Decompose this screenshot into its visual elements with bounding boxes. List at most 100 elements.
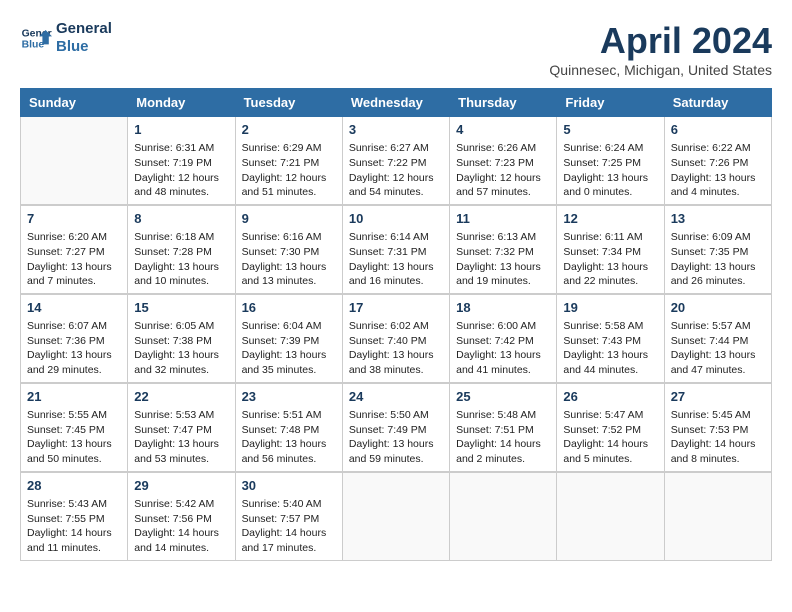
calendar-cell: 25 Sunrise: 5:48 AM Sunset: 7:51 PM Dayli… xyxy=(450,383,557,472)
day-info: Sunrise: 6:18 AM Sunset: 7:28 PM Dayligh… xyxy=(134,230,228,289)
day-info: Sunrise: 5:48 AM Sunset: 7:51 PM Dayligh… xyxy=(456,408,550,467)
location-label: Quinnesec, Michigan, United States xyxy=(549,62,772,78)
calendar-cell: 17 Sunrise: 6:02 AM Sunset: 7:40 PM Dayli… xyxy=(342,294,449,383)
day-info: Sunrise: 6:09 AM Sunset: 7:35 PM Dayligh… xyxy=(671,230,765,289)
day-number: 15 xyxy=(134,299,228,317)
day-number: 27 xyxy=(671,388,765,406)
calendar-cell: 13 Sunrise: 6:09 AM Sunset: 7:35 PM Dayli… xyxy=(664,205,771,294)
column-header-friday: Friday xyxy=(557,89,664,117)
calendar-cell: 15Sunrise: 6:05 AM Sunset: 7:38 PM Dayli… xyxy=(128,294,235,383)
day-info: Sunrise: 6:29 AM Sunset: 7:21 PM Dayligh… xyxy=(242,141,336,200)
logo-icon: General Blue xyxy=(20,22,52,54)
day-info: Sunrise: 5:51 AM Sunset: 7:48 PM Dayligh… xyxy=(242,408,336,467)
day-info: Sunrise: 5:42 AM Sunset: 7:56 PM Dayligh… xyxy=(134,497,228,556)
day-info: Sunrise: 6:13 AM Sunset: 7:32 PM Dayligh… xyxy=(456,230,550,289)
day-number: 26 xyxy=(563,388,657,406)
day-info: Sunrise: 6:11 AM Sunset: 7:34 PM Dayligh… xyxy=(563,230,657,289)
calendar-cell: 9 Sunrise: 6:16 AM Sunset: 7:30 PM Daylig… xyxy=(235,205,342,294)
day-number: 28 xyxy=(27,477,121,495)
day-number: 11 xyxy=(456,210,550,228)
day-info: Sunrise: 5:45 AM Sunset: 7:53 PM Dayligh… xyxy=(671,408,765,467)
day-info: Sunrise: 6:16 AM Sunset: 7:30 PM Dayligh… xyxy=(242,230,336,289)
day-number: 29 xyxy=(134,477,228,495)
day-number: 25 xyxy=(456,388,550,406)
calendar-week-row: 1 Sunrise: 6:31 AM Sunset: 7:19 PM Daylig… xyxy=(21,117,772,205)
calendar-cell: 23 Sunrise: 5:51 AM Sunset: 7:48 PM Dayli… xyxy=(235,383,342,472)
day-number: 13 xyxy=(671,210,765,228)
month-title: April 2024 xyxy=(549,20,772,62)
svg-text:Blue: Blue xyxy=(22,40,45,51)
day-info: Sunrise: 6:31 AM Sunset: 7:19 PM Dayligh… xyxy=(134,141,228,200)
calendar-cell: 8 Sunrise: 6:18 AM Sunset: 7:28 PM Daylig… xyxy=(128,205,235,294)
day-number: 14 xyxy=(27,299,121,317)
day-number: 1 xyxy=(134,121,228,139)
day-info: Sunrise: 6:27 AM Sunset: 7:22 PM Dayligh… xyxy=(349,141,443,200)
calendar-cell: 29 Sunrise: 5:42 AM Sunset: 7:56 PM Dayli… xyxy=(128,472,235,560)
column-header-saturday: Saturday xyxy=(664,89,771,117)
day-number: 8 xyxy=(134,210,228,228)
calendar-cell: 12 Sunrise: 6:11 AM Sunset: 7:34 PM Dayli… xyxy=(557,205,664,294)
day-info: Sunrise: 5:40 AM Sunset: 7:57 PM Dayligh… xyxy=(242,497,336,556)
page-header: General Blue General Blue April 2024 Qui… xyxy=(20,20,772,78)
day-number: 10 xyxy=(349,210,443,228)
day-number: 23 xyxy=(242,388,336,406)
calendar-cell: 26 Sunrise: 5:47 AM Sunset: 7:52 PM Dayli… xyxy=(557,383,664,472)
calendar-cell xyxy=(450,472,557,560)
calendar-cell: 6Sunrise: 6:22 AM Sunset: 7:26 PM Daylig… xyxy=(664,117,771,205)
day-number: 17 xyxy=(349,299,443,317)
calendar-cell: 2 Sunrise: 6:29 AM Sunset: 7:21 PM Daylig… xyxy=(235,117,342,205)
day-info: Sunrise: 6:22 AM Sunset: 7:26 PM Dayligh… xyxy=(671,141,765,200)
day-info: Sunrise: 6:14 AM Sunset: 7:31 PM Dayligh… xyxy=(349,230,443,289)
day-info: Sunrise: 5:55 AM Sunset: 7:45 PM Dayligh… xyxy=(27,408,121,467)
day-number: 12 xyxy=(563,210,657,228)
calendar-cell: 7Sunrise: 6:20 AM Sunset: 7:27 PM Daylig… xyxy=(21,205,128,294)
day-number: 22 xyxy=(134,388,228,406)
calendar-week-row: 21 Sunrise: 5:55 AM Sunset: 7:45 PM Dayli… xyxy=(21,383,772,472)
day-number: 3 xyxy=(349,121,443,139)
day-number: 30 xyxy=(242,477,336,495)
calendar-cell: 4Sunrise: 6:26 AM Sunset: 7:23 PM Daylig… xyxy=(450,117,557,205)
calendar-cell: 11 Sunrise: 6:13 AM Sunset: 7:32 PM Dayli… xyxy=(450,205,557,294)
day-number: 21 xyxy=(27,388,121,406)
calendar-cell xyxy=(342,472,449,560)
day-info: Sunrise: 6:02 AM Sunset: 7:40 PM Dayligh… xyxy=(349,319,443,378)
calendar-header-row: SundayMondayTuesdayWednesdayThursdayFrid… xyxy=(21,89,772,117)
calendar-cell: 16Sunrise: 6:04 AM Sunset: 7:39 PM Dayli… xyxy=(235,294,342,383)
logo-text-blue: Blue xyxy=(56,38,112,56)
day-info: Sunrise: 5:57 AM Sunset: 7:44 PM Dayligh… xyxy=(671,319,765,378)
logo: General Blue General Blue xyxy=(20,20,112,56)
calendar-cell xyxy=(664,472,771,560)
calendar-cell: 18 Sunrise: 6:00 AM Sunset: 7:42 PM Dayli… xyxy=(450,294,557,383)
calendar-cell: 20 Sunrise: 5:57 AM Sunset: 7:44 PM Dayli… xyxy=(664,294,771,383)
calendar-cell: 3 Sunrise: 6:27 AM Sunset: 7:22 PM Daylig… xyxy=(342,117,449,205)
day-number: 20 xyxy=(671,299,765,317)
calendar-week-row: 14 Sunrise: 6:07 AM Sunset: 7:36 PM Dayli… xyxy=(21,294,772,383)
day-number: 9 xyxy=(242,210,336,228)
day-info: Sunrise: 5:47 AM Sunset: 7:52 PM Dayligh… xyxy=(563,408,657,467)
day-number: 2 xyxy=(242,121,336,139)
day-info: Sunrise: 6:20 AM Sunset: 7:27 PM Dayligh… xyxy=(27,230,121,289)
day-info: Sunrise: 6:00 AM Sunset: 7:42 PM Dayligh… xyxy=(456,319,550,378)
day-number: 16 xyxy=(242,299,336,317)
column-header-monday: Monday xyxy=(128,89,235,117)
calendar-cell xyxy=(557,472,664,560)
calendar-table: SundayMondayTuesdayWednesdayThursdayFrid… xyxy=(20,88,772,561)
day-info: Sunrise: 6:07 AM Sunset: 7:36 PM Dayligh… xyxy=(27,319,121,378)
day-info: Sunrise: 5:43 AM Sunset: 7:55 PM Dayligh… xyxy=(27,497,121,556)
title-area: April 2024 Quinnesec, Michigan, United S… xyxy=(549,20,772,78)
calendar-week-row: 28 Sunrise: 5:43 AM Sunset: 7:55 PM Dayli… xyxy=(21,472,772,560)
column-header-thursday: Thursday xyxy=(450,89,557,117)
day-number: 4 xyxy=(456,121,550,139)
calendar-cell: 1 Sunrise: 6:31 AM Sunset: 7:19 PM Daylig… xyxy=(128,117,235,205)
calendar-cell: 30 Sunrise: 5:40 AM Sunset: 7:57 PM Dayli… xyxy=(235,472,342,560)
day-info: Sunrise: 5:50 AM Sunset: 7:49 PM Dayligh… xyxy=(349,408,443,467)
calendar-cell xyxy=(21,117,128,205)
calendar-cell: 19Sunrise: 5:58 AM Sunset: 7:43 PM Dayli… xyxy=(557,294,664,383)
calendar-cell: 27 Sunrise: 5:45 AM Sunset: 7:53 PM Dayli… xyxy=(664,383,771,472)
day-number: 18 xyxy=(456,299,550,317)
column-header-wednesday: Wednesday xyxy=(342,89,449,117)
day-info: Sunrise: 5:58 AM Sunset: 7:43 PM Dayligh… xyxy=(563,319,657,378)
calendar-cell: 24Sunrise: 5:50 AM Sunset: 7:49 PM Dayli… xyxy=(342,383,449,472)
day-number: 5 xyxy=(563,121,657,139)
day-info: Sunrise: 6:24 AM Sunset: 7:25 PM Dayligh… xyxy=(563,141,657,200)
